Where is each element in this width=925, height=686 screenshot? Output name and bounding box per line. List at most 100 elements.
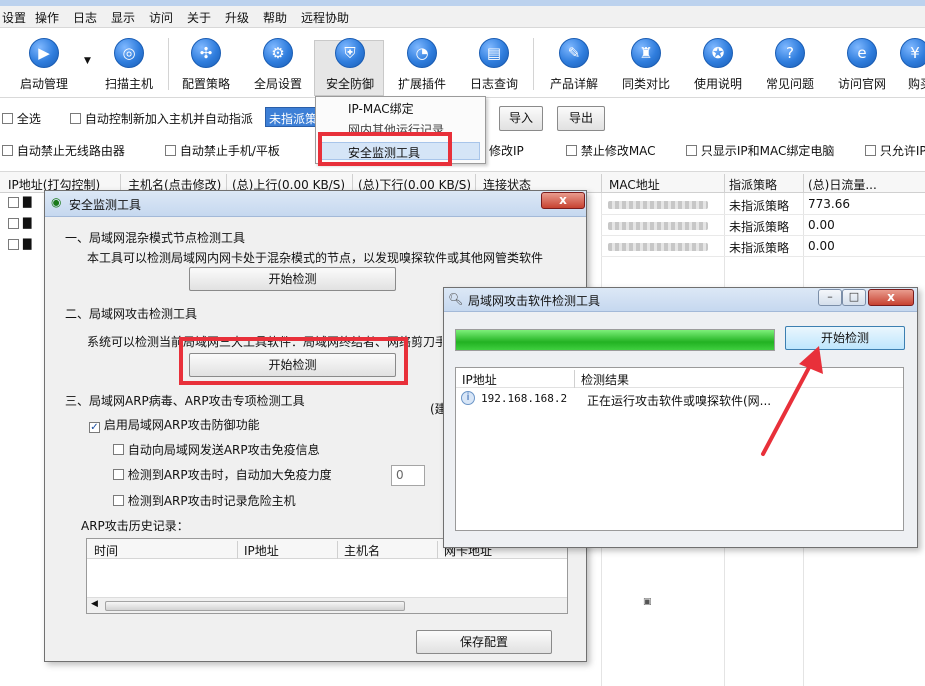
history-col-host[interactable]: 主机名 (344, 542, 380, 559)
row-checkbox[interactable] (8, 218, 19, 229)
select-all-checkbox[interactable]: 全选 (2, 110, 41, 127)
checkbox-box[interactable] (686, 145, 697, 156)
col-policy[interactable]: 指派策略 (729, 176, 777, 193)
result-col-result[interactable]: 检测结果 (581, 371, 629, 388)
menu-settings[interactable]: 设置 (2, 9, 26, 26)
scroll-left-icon[interactable]: ◀ (91, 599, 98, 609)
section-3-title: 三、局域网ARP病毒、ARP攻击专项检测工具 (65, 394, 305, 408)
security-defense-button[interactable]: ⛨ 安全防御 (318, 34, 382, 94)
arp-increase-checkbox[interactable]: 检测到ARP攻击时，自动加大免疫力度 (113, 466, 332, 483)
extension-plugin-button[interactable]: ◔ 扩展插件 (390, 34, 454, 94)
checkbox-box[interactable] (113, 469, 124, 480)
sec1-start-button[interactable]: 开始检测 (189, 267, 396, 291)
official-site-button[interactable]: e 访问官网 (830, 34, 894, 94)
result-header: IP地址 检测结果 (456, 368, 903, 388)
pen-paper-icon: ✎ (559, 38, 589, 68)
small-marker-icon: ▣ (643, 597, 652, 607)
row-policy: 未指派策略 (729, 241, 790, 255)
row-checkbox[interactable] (8, 197, 19, 208)
buy-button[interactable]: ¥ 购买 (898, 34, 925, 94)
grid-line (601, 256, 925, 257)
no-modify-ip-label[interactable]: 修改IP (489, 142, 524, 159)
menu-about[interactable]: 关于 (187, 9, 211, 26)
arp-send-checkbox[interactable]: 自动向局域网发送ARP攻击免疫信息 (113, 441, 320, 458)
global-settings-button[interactable]: ⚙ 全局设置 (246, 34, 310, 94)
menu-log[interactable]: 日志 (73, 9, 97, 26)
dialog-title-bar: ◉ 安全监测工具 x (45, 191, 586, 217)
arp-enable-label: 启用局域网ARP攻击防御功能 (103, 418, 260, 432)
arp-record-checkbox[interactable]: 检测到ARP攻击时记录危险主机 (113, 492, 296, 509)
bulb-icon: ✪ (703, 38, 733, 68)
arp-increase-label: 检测到ARP攻击时，自动加大免疫力度 (127, 468, 332, 482)
toolbar-label: 扩展插件 (397, 77, 446, 91)
minimize-icon[interactable]: – (818, 289, 842, 306)
question-icon: ? (775, 38, 805, 68)
chevron-down-icon[interactable]: ▼ (84, 56, 91, 66)
usage-guide-button[interactable]: ✪ 使用说明 (686, 34, 750, 94)
no-wifi-router-checkbox[interactable]: 自动禁止无线路由器 (2, 142, 125, 159)
arp-increase-value-input[interactable]: 0 (391, 465, 425, 486)
toolbar-divider (168, 38, 169, 90)
no-phone-pad-checkbox[interactable]: 自动禁止手机/平板 (165, 142, 280, 159)
result-text: 正在运行攻击软件或嗅探软件(网... (587, 394, 772, 408)
no-modify-mac-label: 禁止修改MAC (580, 144, 656, 158)
row-policy: 未指派策略 (729, 199, 790, 213)
start-manage-button[interactable]: ▶ 启动管理 (12, 34, 76, 94)
col-mac[interactable]: MAC地址 (609, 176, 660, 193)
detect-result-list: IP地址 检测结果 i 192.168.168.2 正在运行攻击软件或嗅探软件(… (455, 367, 904, 531)
menu-view[interactable]: 显示 (111, 9, 135, 26)
faq-button[interactable]: ? 常见问题 (758, 34, 822, 94)
col-traffic[interactable]: (总)日流量... (808, 176, 877, 193)
history-col-time[interactable]: 时间 (94, 542, 118, 559)
scrollbar-thumb[interactable] (105, 601, 405, 611)
checkbox-box[interactable] (2, 145, 13, 156)
scan-host-button[interactable]: ◎ 扫描主机 (97, 34, 161, 94)
menu-help[interactable]: 帮助 (263, 9, 287, 26)
log-query-button[interactable]: ▤ 日志查询 (462, 34, 526, 94)
import-button[interactable]: 导入 (499, 106, 543, 131)
maximize-icon[interactable]: □ (842, 289, 866, 306)
ie-browser-icon: e (847, 38, 877, 68)
only-bound-checkbox[interactable]: 只显示IP和MAC绑定电脑 (686, 142, 834, 159)
only-allow-checkbox[interactable]: 只允许IP (865, 142, 925, 159)
save-config-button[interactable]: 保存配置 (416, 630, 552, 654)
close-icon[interactable]: x (541, 192, 585, 209)
compare-button[interactable]: ♜ 同类对比 (614, 34, 678, 94)
result-col-ip[interactable]: IP地址 (462, 371, 497, 388)
checkbox-box[interactable] (865, 145, 876, 156)
checkbox-box[interactable] (70, 113, 81, 124)
checkbox-checked[interactable]: ✓ (89, 422, 100, 433)
app-icon: ◉ (51, 195, 62, 209)
progress-fill (456, 330, 774, 350)
checkbox-box[interactable] (2, 113, 13, 124)
no-wifi-router-label: 自动禁止无线路由器 (16, 144, 125, 158)
config-policy-button[interactable]: ✣ 配置策略 (174, 34, 238, 94)
menu-ip-mac-bind[interactable]: IP-MAC绑定 (348, 100, 414, 117)
no-modify-mac-checkbox[interactable]: 禁止修改MAC (566, 142, 656, 159)
toolbar-label: 配置策略 (181, 77, 230, 91)
export-button[interactable]: 导出 (557, 106, 605, 131)
menu-access[interactable]: 访问 (149, 9, 173, 26)
checkbox-box[interactable] (566, 145, 577, 156)
highlight-box-menu (318, 132, 452, 166)
row-checkbox[interactable] (8, 239, 19, 250)
menu-upgrade[interactable]: 升级 (225, 9, 249, 26)
auto-control-checkbox[interactable]: 自动控制新加入主机并自动指派 (70, 110, 253, 127)
computer-icon: ▇ (23, 237, 32, 250)
result-row[interactable]: i 192.168.168.2 正在运行攻击软件或嗅探软件(网... (456, 390, 903, 410)
toolbar-label: 安全防御 (325, 77, 374, 91)
close-icon[interactable]: x (868, 289, 914, 306)
history-scrollbar[interactable]: ◀ (87, 597, 567, 613)
checkbox-box[interactable] (113, 444, 124, 455)
arp-enable-checkbox[interactable]: ✓ 启用局域网ARP攻击防御功能 (89, 416, 260, 433)
log-book-icon: ▤ (479, 38, 509, 68)
row-traffic: 0.00 (808, 239, 835, 253)
checkbox-box[interactable] (165, 145, 176, 156)
menu-remote[interactable]: 远程协助 (301, 9, 349, 26)
history-col-ip[interactable]: IP地址 (244, 542, 279, 559)
scan-search-icon: ◎ (114, 38, 144, 68)
red-arrow-annotation (761, 346, 823, 456)
product-detail-button[interactable]: ✎ 产品详解 (542, 34, 606, 94)
checkbox-box[interactable] (113, 495, 124, 506)
menu-operate[interactable]: 操作 (35, 9, 59, 26)
